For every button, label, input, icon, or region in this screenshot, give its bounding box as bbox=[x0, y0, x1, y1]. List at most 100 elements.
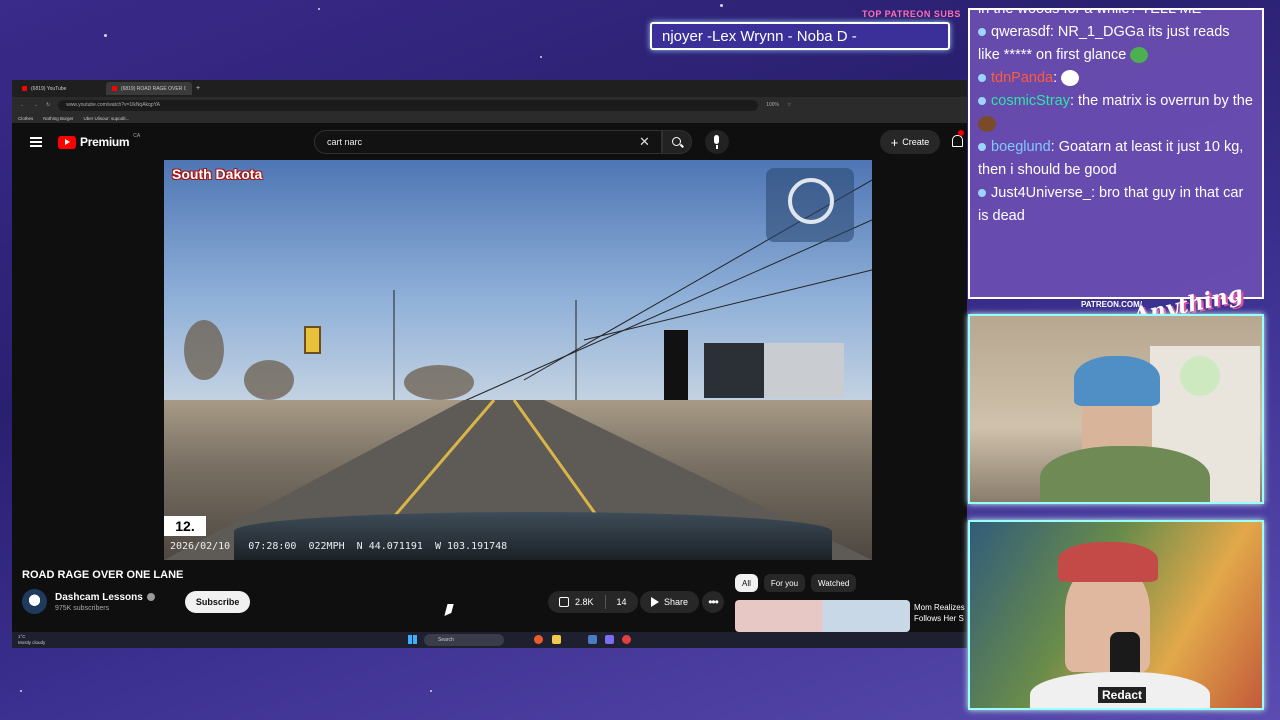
youtube-play-icon bbox=[58, 135, 76, 149]
webcam-streamer-1 bbox=[968, 314, 1264, 504]
dashcam-telemetry: 2026/02/10 07:28:00 022MPH N 44.071191 W… bbox=[170, 541, 507, 552]
bookmark-item[interactable]: Nothing Burger bbox=[43, 116, 73, 121]
browser-tab-youtube[interactable]: (6819) YouTube bbox=[16, 82, 102, 95]
shirt-text: Redact bbox=[1098, 687, 1147, 703]
weather-desc: Mostly cloudy bbox=[18, 640, 46, 645]
telemetry-lat: N 44.071191 bbox=[356, 541, 423, 552]
chat-message-partial: in the woods for a while? TELL ME bbox=[978, 8, 1202, 17]
comment-count: 14 bbox=[616, 597, 627, 607]
create-label: Create bbox=[902, 137, 930, 147]
search-input[interactable]: cart narc bbox=[314, 130, 662, 154]
url-field[interactable]: www.youtube.com/watch?v=1lkNqAkqpYA bbox=[58, 99, 759, 111]
telemetry-lon: W 103.191748 bbox=[434, 541, 508, 552]
more-actions-icon[interactable]: ••• bbox=[702, 591, 724, 613]
browser-window: (6819) YouTube (6819) ROAD RAGE OVER ONE… bbox=[12, 80, 967, 648]
patreon-ticker: njoyer -Lex Wrynn - Noba D - bbox=[650, 22, 950, 50]
person-cap bbox=[1058, 542, 1158, 582]
stream-chat: in the woods for a while? TELL ME qweras… bbox=[968, 8, 1264, 299]
hamburger-menu-icon[interactable] bbox=[30, 137, 42, 147]
chrome-icon[interactable] bbox=[622, 635, 631, 644]
video-player[interactable]: South Dakota 12. 2026/02/10 07:28:00 022… bbox=[164, 160, 872, 560]
bookmark-star-icon[interactable]: ☆ bbox=[787, 102, 791, 108]
recommended-video-thumbnail[interactable] bbox=[735, 600, 910, 632]
car-hood bbox=[234, 512, 832, 560]
share-label: Share bbox=[664, 597, 689, 607]
address-bar-row: ← → ↻ www.youtube.com/watch?v=1lkNqAkqpY… bbox=[12, 97, 967, 113]
windows-start-icon[interactable] bbox=[408, 635, 417, 644]
steam-icon[interactable] bbox=[588, 635, 597, 644]
subscribe-button[interactable]: Subscribe bbox=[184, 590, 251, 613]
tab-label: (6819) YouTube bbox=[31, 85, 67, 92]
forward-icon[interactable]: → bbox=[33, 102, 38, 108]
windows-taskbar: 1°C Mostly cloudy Search bbox=[12, 632, 967, 648]
chat-text: the matrix is overrun by the bbox=[1078, 93, 1253, 109]
zoom-level[interactable]: 100% bbox=[766, 102, 779, 108]
person-body bbox=[1040, 446, 1210, 502]
chip-for-you[interactable]: For you bbox=[763, 574, 806, 592]
bookmark-item[interactable]: Uber Ulisour: supodit... bbox=[84, 116, 130, 121]
ghost-emote-icon bbox=[1061, 70, 1080, 87]
create-button[interactable]: + Create bbox=[880, 130, 940, 154]
youtube-header: Premium CA cart narc ✕ + Create bbox=[12, 125, 967, 159]
animal-emote-icon bbox=[978, 116, 996, 133]
verified-icon bbox=[146, 593, 155, 601]
back-icon[interactable]: ← bbox=[20, 102, 25, 108]
share-button[interactable]: Share bbox=[640, 591, 700, 613]
telemetry-speed: 022MPH bbox=[308, 541, 345, 552]
country-code: CA bbox=[133, 133, 141, 139]
new-tab-icon[interactable]: + bbox=[196, 85, 200, 92]
search-icon bbox=[672, 137, 681, 146]
person-hair bbox=[1074, 356, 1160, 406]
video-title: ROAD RAGE OVER ONE LANE bbox=[22, 569, 184, 581]
chip-watched[interactable]: Watched bbox=[811, 574, 857, 592]
browser-tab-video[interactable]: (6819) ROAD RAGE OVER ONE LANE bbox=[106, 82, 192, 95]
logo-text: Premium bbox=[80, 135, 130, 149]
dashcam-lessons-watermark-icon bbox=[766, 168, 854, 242]
dealership-building bbox=[704, 343, 844, 398]
chat-username[interactable]: qwerasdf bbox=[991, 24, 1050, 40]
taskbar-search[interactable]: Search bbox=[424, 634, 504, 646]
clear-search-icon[interactable]: ✕ bbox=[639, 134, 650, 150]
ticker-title: TOP PATREON SUBS bbox=[862, 9, 961, 19]
chat-username[interactable]: cosmicStray bbox=[991, 93, 1070, 109]
tab-bar: (6819) YouTube (6819) ROAD RAGE OVER ONE… bbox=[12, 80, 967, 97]
chat-message: Just4Universe_: bro that guy in that car… bbox=[978, 185, 1244, 224]
youtube-favicon-icon bbox=[22, 86, 27, 91]
tab-label: (6819) ROAD RAGE OVER ONE LANE bbox=[120, 85, 186, 92]
chat-username[interactable]: Just4Universe_ bbox=[991, 185, 1091, 201]
chat-message: qwerasdf: NR_1_DGGa its just reads like … bbox=[978, 24, 1230, 64]
reload-icon[interactable]: ↻ bbox=[46, 102, 50, 108]
channel-name[interactable]: Dashcam Lessons bbox=[55, 592, 143, 603]
telemetry-date: 2026/02/10 bbox=[170, 541, 231, 552]
roadside-sign bbox=[304, 326, 321, 354]
channel-avatar[interactable] bbox=[22, 589, 47, 614]
like-dislike-group: 2.8K 14 bbox=[548, 591, 638, 613]
chat-message: boeglund: Goatarn at least it just 10 kg… bbox=[978, 139, 1244, 178]
chat-username[interactable]: boeglund bbox=[991, 139, 1051, 155]
plus-icon: + bbox=[890, 134, 899, 150]
chat-message: tdnPanda: bbox=[978, 67, 1254, 90]
search-button[interactable] bbox=[662, 130, 692, 154]
weather-widget[interactable]: 1°C Mostly cloudy bbox=[18, 634, 45, 646]
file-explorer-icon[interactable] bbox=[552, 635, 561, 644]
recommended-video-title[interactable]: Mom Realizes Follows Her S bbox=[914, 602, 967, 624]
bookmark-item[interactable]: Clothes bbox=[18, 116, 33, 121]
notifications-bell-icon[interactable] bbox=[952, 135, 963, 147]
webcam-streamer-2 bbox=[968, 520, 1264, 710]
channel-row: Dashcam Lessons 975K subscribers Subscri… bbox=[22, 589, 251, 614]
voice-search-button[interactable] bbox=[705, 130, 729, 154]
pepe-emote-icon bbox=[1130, 47, 1149, 64]
discord-icon[interactable] bbox=[605, 635, 614, 644]
subscriber-count: 975K subscribers bbox=[55, 604, 110, 612]
dealership-sign bbox=[664, 330, 688, 400]
youtube-logo[interactable]: Premium CA bbox=[58, 133, 141, 149]
chat-username[interactable]: tdnPanda bbox=[991, 70, 1053, 86]
notification-badge bbox=[958, 130, 964, 136]
location-label: South Dakota bbox=[172, 166, 263, 182]
chat-message: cosmicStray: the matrix is overrun by th… bbox=[978, 90, 1254, 136]
chip-all[interactable]: All bbox=[735, 574, 758, 592]
like-count: 2.8K bbox=[575, 597, 594, 607]
like-button[interactable]: 2.8K bbox=[548, 591, 605, 613]
browser-icon[interactable] bbox=[534, 635, 543, 644]
comment-count-button[interactable]: 14 bbox=[606, 591, 638, 613]
